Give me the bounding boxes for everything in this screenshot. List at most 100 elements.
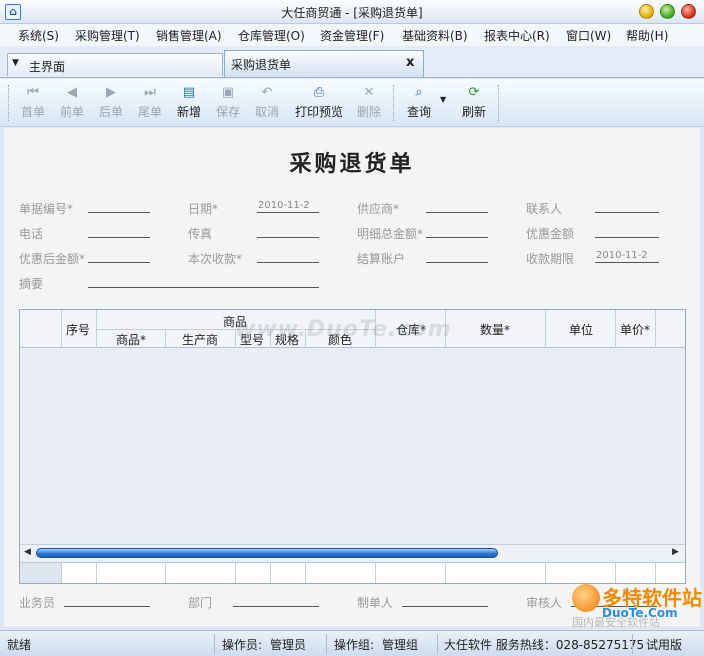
toolbar-separator — [498, 85, 499, 121]
supplier-field[interactable] — [426, 212, 488, 213]
salesman-field[interactable] — [64, 606, 150, 607]
fax-field[interactable] — [257, 237, 319, 238]
horizontal-scrollbar[interactable]: ◀ ▶ — [20, 544, 685, 560]
scroll-left-icon[interactable]: ◀ — [24, 547, 31, 557]
service-hotline: 大任软件 服务热线：028-85275175 — [444, 638, 645, 652]
menu-system[interactable]: 系统(S) — [18, 27, 59, 44]
menu-reports[interactable]: 报表中心(R) — [484, 27, 550, 44]
close-icon[interactable]: x — [406, 55, 414, 70]
phone-field[interactable] — [88, 237, 150, 238]
received-field[interactable] — [257, 262, 319, 263]
operator-label: 操作员: — [222, 638, 263, 652]
memo-field[interactable] — [88, 287, 319, 288]
grid-divider — [615, 310, 616, 348]
prev-record-button[interactable]: ◀ 前单 — [53, 85, 91, 120]
minimize-button[interactable] — [639, 4, 654, 19]
first-record-button[interactable]: ⏮ 首单 — [14, 85, 52, 120]
logo-tagline: 国内最安全软件站 — [572, 616, 660, 629]
menu-purchase[interactable]: 采购管理(T) — [75, 27, 140, 44]
account-field[interactable] — [426, 262, 488, 263]
detail-total-label: 明细总金额* — [357, 227, 424, 241]
delete-button[interactable]: ✕ 删除 — [350, 85, 388, 120]
menu-bar: 系统(S) 采购管理(T) 销售管理(A) 仓库管理(O) 资金管理(F) 基础… — [0, 24, 704, 46]
first-icon: ⏮ — [27, 85, 39, 100]
detail-total-field[interactable] — [426, 237, 488, 238]
refresh-button[interactable]: ⟳ 刷新 — [455, 85, 493, 120]
tab-purchase-return-label: 采购退货单 — [231, 58, 292, 72]
col-unit[interactable]: 单位 — [569, 321, 593, 338]
operator-value: 管理员 — [270, 638, 307, 652]
phone-label: 电话 — [19, 227, 44, 241]
toolbar-separator — [393, 85, 394, 121]
last-record-button[interactable]: ⏭ 尾单 — [131, 85, 169, 120]
next-icon: ▶ — [106, 85, 116, 100]
grid-divider — [235, 563, 236, 583]
grid-divider — [655, 310, 656, 348]
last-icon: ⏭ — [144, 85, 156, 100]
col-qty[interactable]: 数量* — [480, 321, 510, 338]
col-price[interactable]: 单价* — [620, 321, 650, 338]
after-discount-field[interactable] — [88, 262, 150, 263]
query-button[interactable]: ⌕ 查询 — [400, 85, 438, 120]
grid-divider — [375, 563, 376, 583]
undo-icon: ↶ — [261, 85, 273, 100]
tab-purchase-return[interactable]: 采购退货单 x — [224, 50, 424, 77]
print-preview-button[interactable]: ⎙ 打印预览 — [291, 85, 347, 120]
doc-maker-label: 制单人 — [357, 596, 394, 610]
menu-sales[interactable]: 销售管理(A) — [156, 27, 222, 44]
doc-maker-field[interactable] — [402, 606, 488, 607]
col-product[interactable]: 商品* — [116, 331, 146, 348]
col-seq[interactable]: 序号 — [66, 321, 90, 338]
doc-no-field[interactable] — [88, 212, 150, 213]
after-discount-label: 优惠后金额* — [19, 252, 86, 266]
scroll-right-icon[interactable]: ▶ — [672, 547, 679, 557]
contact-label: 联系人 — [526, 202, 563, 216]
printer-icon: ⎙ — [313, 85, 325, 100]
toolbar: ⏮ 首单 ◀ 前单 ▶ 后单 ⏭ 尾单 ▤ 新增 ▣ 保存 ↶ 取消 ⎙ 打印预览 ✕ 删除 ⌕ 查… — [0, 79, 704, 127]
due-date-field[interactable] — [595, 262, 659, 263]
tab-main[interactable]: ▼ 主界面 — [7, 53, 223, 76]
group-label: 操作组: — [334, 638, 375, 652]
status-ready: 就绪 — [7, 638, 32, 652]
dept-label: 部门 — [188, 596, 213, 610]
contact-field[interactable] — [595, 212, 659, 213]
status-bar: 就绪 操作员: 管理员 操作组: 管理组 大任软件 服务热线：028-85275… — [0, 630, 704, 656]
status-separator — [326, 634, 327, 654]
due-date-label: 收款期限 — [526, 252, 575, 266]
form-area: 采购退货单 单据编号* 日期* 2010-11-2 供应商* 联系人 电话 传真… — [4, 128, 700, 626]
scrollbar-thumb[interactable] — [36, 548, 498, 558]
maximize-button[interactable] — [660, 4, 675, 19]
total-row-cell — [20, 563, 61, 583]
watermark: www.DuoTe.com — [235, 317, 452, 342]
save-icon: ▣ — [221, 85, 235, 100]
detail-grid[interactable]: 序号 商品 商品* 生产商 型号 规格 颜色 仓库* 数量* 单位 单价* ww… — [19, 309, 686, 584]
menu-finance[interactable]: 资金管理(F) — [320, 27, 384, 44]
col-maker[interactable]: 生产商 — [182, 331, 218, 348]
query-dropdown-icon[interactable]: ▼ — [440, 95, 446, 104]
doc-no-label: 单据编号* — [19, 202, 74, 216]
date-field[interactable] — [257, 212, 319, 213]
date-label: 日期* — [188, 202, 219, 216]
grid-divider — [270, 563, 271, 583]
supplier-label: 供应商* — [357, 202, 400, 216]
received-label: 本次收款* — [188, 252, 243, 266]
dept-field[interactable] — [233, 606, 319, 607]
status-separator — [437, 634, 438, 654]
menu-warehouse[interactable]: 仓库管理(O) — [238, 27, 305, 44]
grid-divider — [61, 563, 62, 583]
discount-field[interactable] — [595, 237, 659, 238]
menu-help[interactable]: 帮助(H) — [626, 27, 668, 44]
cancel-button[interactable]: ↶ 取消 — [248, 85, 286, 120]
close-button[interactable] — [681, 4, 696, 19]
grid-header: 序号 商品 商品* 生产商 型号 规格 颜色 仓库* 数量* 单位 单价* ww… — [20, 310, 685, 348]
window-title: 大任商贸通 - [采购退货单] — [281, 6, 423, 20]
logo-mark-icon — [572, 584, 600, 612]
save-button[interactable]: ▣ 保存 — [209, 85, 247, 120]
next-record-button[interactable]: ▶ 后单 — [92, 85, 130, 120]
add-button[interactable]: ▤ 新增 — [170, 85, 208, 120]
menu-basic-data[interactable]: 基础资料(B) — [402, 27, 468, 44]
menu-window[interactable]: 窗口(W) — [566, 27, 611, 44]
chevron-down-icon[interactable]: ▼ — [12, 58, 19, 68]
prev-icon: ◀ — [67, 85, 77, 100]
grid-divider — [96, 563, 97, 583]
